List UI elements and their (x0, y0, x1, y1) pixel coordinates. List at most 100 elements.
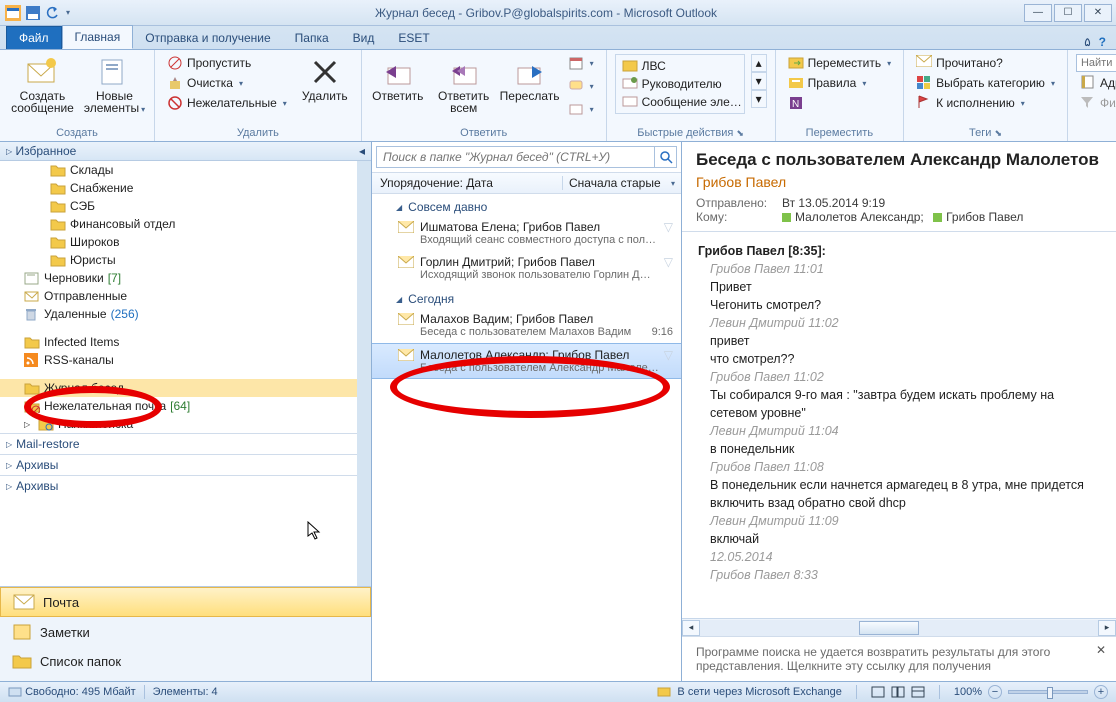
new-items-button[interactable]: Новые элементы▾ (83, 54, 146, 118)
reading-hscroll[interactable]: ◂ ▸ (682, 618, 1116, 636)
readunread-button[interactable]: Прочитано? (912, 54, 1059, 72)
quicksteps-up[interactable]: ▴ (751, 54, 767, 72)
drafts-folder[interactable]: Черновики [7] (0, 269, 357, 287)
message-group-header[interactable]: Совсем давно (372, 194, 681, 216)
delete-button[interactable]: Удалить (297, 54, 353, 104)
view-reading-icon[interactable] (891, 686, 905, 698)
subfolder-item[interactable]: СЭБ (0, 197, 357, 215)
favorites-header[interactable]: ▷ Избранное ◂ (0, 142, 371, 161)
move-button[interactable]: Переместить▾ (784, 54, 896, 72)
folder-search[interactable] (376, 146, 677, 168)
scroll-right[interactable]: ▸ (1098, 620, 1116, 636)
search-icon[interactable] (654, 147, 676, 167)
qat-undo-icon[interactable] (44, 4, 62, 22)
nav-notes-button[interactable]: Заметки (0, 617, 371, 647)
message-item[interactable]: Ишматова Елена; Грибов Павел▽Входящий се… (372, 216, 681, 251)
minimize-button[interactable]: — (1024, 4, 1052, 22)
reply-all-icon (448, 56, 480, 88)
zoom-in-button[interactable]: + (1094, 685, 1108, 699)
more-respond-button[interactable]: ▾ (564, 100, 598, 118)
search-info-bar[interactable]: Программе поиска не удается возвратить р… (682, 636, 1116, 681)
scroll-thumb[interactable] (859, 621, 919, 635)
nav-folderlist-button[interactable]: Список папок (0, 647, 371, 675)
quickstep-lvs[interactable]: ЛВС (618, 57, 742, 75)
workspace: ▷ Избранное ◂ СкладыСнабжениеСЭБФинансов… (0, 142, 1116, 681)
tab-home[interactable]: Главная (62, 25, 134, 49)
zoom-out-button[interactable]: − (988, 685, 1002, 699)
tab-sendreceive[interactable]: Отправка и получение (133, 27, 282, 49)
categorize-button[interactable]: Выбрать категорию▾ (912, 74, 1059, 92)
maximize-button[interactable]: ☐ (1054, 4, 1082, 22)
infected-folder[interactable]: Infected Items (0, 333, 357, 351)
nav-mail-button[interactable]: Почта (0, 587, 371, 617)
mail-restore-header[interactable]: ▷Mail-restore (0, 433, 357, 454)
address-book-button[interactable]: Адресная книга (1076, 74, 1116, 92)
sent-folder[interactable]: Отправленные (0, 287, 357, 305)
message-item[interactable]: Малахов Вадим; Грибов ПавелБеседа с поль… (372, 308, 681, 343)
sort-direction[interactable]: Сначала старые▾ (563, 176, 681, 190)
quicksteps-down[interactable]: ▾ (751, 72, 767, 90)
move-folder-icon (788, 55, 804, 71)
rules-button[interactable]: Правила▾ (784, 74, 896, 92)
archives-header-2[interactable]: ▷Архивы (0, 475, 357, 496)
quickstep-boss[interactable]: Руководителю (618, 75, 742, 93)
tab-folder[interactable]: Папка (283, 27, 341, 49)
cleanup-button[interactable]: Очистка▾ (163, 74, 291, 92)
help-icon[interactable]: ? (1099, 35, 1106, 49)
archives-header-1[interactable]: ▷Архивы (0, 454, 357, 475)
ignore-icon (167, 55, 183, 71)
message-item[interactable]: Горлин Дмитрий; Грибов Павел▽Исходящий з… (372, 251, 681, 286)
view-compact-icon[interactable] (911, 686, 925, 698)
deleted-folder[interactable]: Удаленные (256) (0, 305, 357, 323)
conversation-line: включай (710, 530, 1100, 548)
subfolder-item[interactable]: Юристы (0, 251, 357, 269)
envelope-icon (398, 313, 414, 325)
scroll-left[interactable]: ◂ (682, 620, 700, 636)
scroll-track[interactable] (700, 620, 1098, 636)
quickstep-teammail[interactable]: Сообщение эле… (618, 93, 742, 111)
sort-bar[interactable]: Упорядочение: Дата Сначала старые▾ (372, 172, 681, 194)
filter-mail-button[interactable]: Фильтр почты▾ (1076, 94, 1116, 112)
reply-all-button[interactable]: Ответить всем (432, 54, 496, 116)
folder-search-input[interactable] (377, 150, 654, 164)
folder-tree[interactable]: СкладыСнабжениеСЭБФинансовый отделШироко… (0, 161, 371, 586)
ignore-button[interactable]: Пропустить (163, 54, 291, 72)
subfolder-item[interactable]: Снабжение (0, 179, 357, 197)
reading-body[interactable]: Грибов Павел [8:35]:Грибов Павел 11:01Пр… (682, 232, 1116, 619)
tab-eset[interactable]: ESET (386, 27, 441, 49)
folder-icon (50, 199, 66, 213)
message-group-header[interactable]: Сегодня (372, 286, 681, 308)
rss-folder[interactable]: RSS-каналы (0, 351, 357, 369)
tab-view[interactable]: Вид (341, 27, 387, 49)
sort-by[interactable]: Упорядочение: Дата (372, 176, 563, 190)
onenote-button[interactable]: N (784, 94, 896, 112)
ribbon-minimize-icon[interactable]: ۵ (1084, 35, 1090, 49)
quicksteps-more[interactable]: ▾ (751, 90, 767, 108)
zoom-slider[interactable] (1008, 690, 1088, 694)
close-button[interactable]: ✕ (1084, 4, 1112, 22)
junk-button[interactable]: Нежелательные▾ (163, 94, 291, 112)
view-normal-icon[interactable] (871, 686, 885, 698)
forward-button[interactable]: Переслать (502, 54, 558, 104)
new-message-button[interactable]: Создать сообщение (8, 54, 77, 116)
conversation-line: Левин Дмитрий 11:02 (710, 314, 1100, 332)
journal-folder[interactable]: Журнал бесед (0, 379, 357, 397)
folder-move-icon (622, 58, 638, 74)
subfolder-item[interactable]: Широков (0, 233, 357, 251)
search-folders[interactable]: ▷Папки поиска (0, 415, 357, 433)
conversation-line: Грибов Павел 11:01 (710, 260, 1100, 278)
junk-folder[interactable]: Нежелательная почта [64] (0, 397, 357, 415)
reply-button[interactable]: Ответить (370, 54, 426, 104)
status-items: Элементы: 4 (153, 686, 218, 698)
tab-file[interactable]: Файл (6, 26, 62, 49)
meeting-reply-button[interactable]: ▾ (564, 54, 598, 72)
qat-save-icon[interactable] (24, 4, 42, 22)
message-item[interactable]: Малолетов Александр; Грибов Павел▽Беседа… (372, 343, 681, 379)
infobar-close-icon[interactable]: ✕ (1096, 643, 1106, 657)
message-list[interactable]: Совсем давноИшматова Елена; Грибов Павел… (372, 194, 681, 681)
im-reply-button[interactable]: ▾ (564, 77, 598, 95)
find-contact-input[interactable] (1076, 54, 1116, 72)
subfolder-item[interactable]: Склады (0, 161, 357, 179)
followup-button[interactable]: К исполнению▾ (912, 94, 1059, 112)
subfolder-item[interactable]: Финансовый отдел (0, 215, 357, 233)
